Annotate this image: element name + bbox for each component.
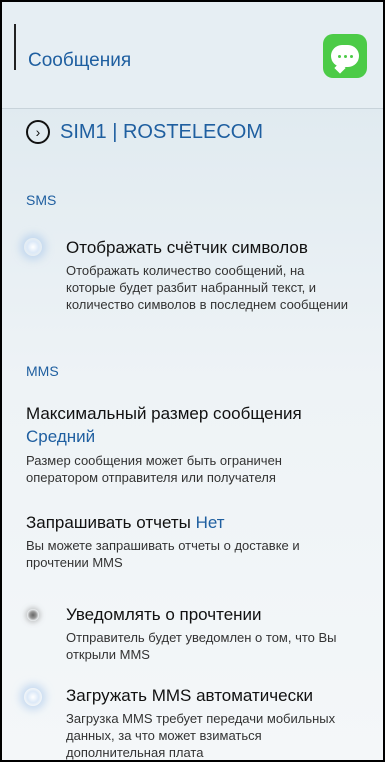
- request-reports-title: Запрашивать отчеты: [26, 513, 191, 532]
- request-reports-row[interactable]: Запрашивать отчеты Нет: [26, 513, 225, 533]
- chat-bubble-icon: [331, 45, 359, 67]
- read-notify-title[interactable]: Уведомлять о прочтении: [66, 605, 262, 625]
- max-size-value[interactable]: Средний: [26, 427, 95, 447]
- page-title: Сообщения: [28, 50, 132, 71]
- char-counter-toggle[interactable]: [24, 238, 42, 256]
- read-notify-toggle[interactable]: [27, 609, 39, 621]
- request-reports-desc: Вы можете запрашивать отчеты о доставке …: [26, 538, 300, 570]
- max-size-desc: Размер сообщения может быть ограничен оп…: [26, 453, 282, 485]
- auto-download-toggle[interactable]: [24, 688, 42, 706]
- section-sms: SMS: [26, 192, 57, 208]
- section-mms: MMS: [26, 363, 59, 379]
- request-reports-value: Нет: [195, 513, 225, 532]
- messages-icon[interactable]: [323, 34, 367, 78]
- app-header: Сообщения: [0, 0, 385, 109]
- text-cursor: [14, 24, 16, 70]
- auto-download-title[interactable]: Загружать MMS автоматически: [66, 686, 313, 706]
- read-notify-desc: Отправитель будет уведомлен о том, что В…: [66, 630, 337, 662]
- char-counter-desc: Отображать количество сообщений, на кото…: [66, 263, 348, 312]
- sim-label: SIM1 | ROSTELECOM: [60, 120, 264, 143]
- sim-selector[interactable]: › SIM1 | ROSTELECOM: [26, 120, 263, 144]
- auto-download-desc: Загрузка MMS требует передачи мобильных …: [66, 711, 336, 760]
- char-counter-title[interactable]: Отображать счётчик символов: [66, 238, 308, 258]
- max-size-title[interactable]: Максимальный размер сообщения: [26, 404, 302, 424]
- chevron-right-circle-icon: ›: [26, 120, 50, 144]
